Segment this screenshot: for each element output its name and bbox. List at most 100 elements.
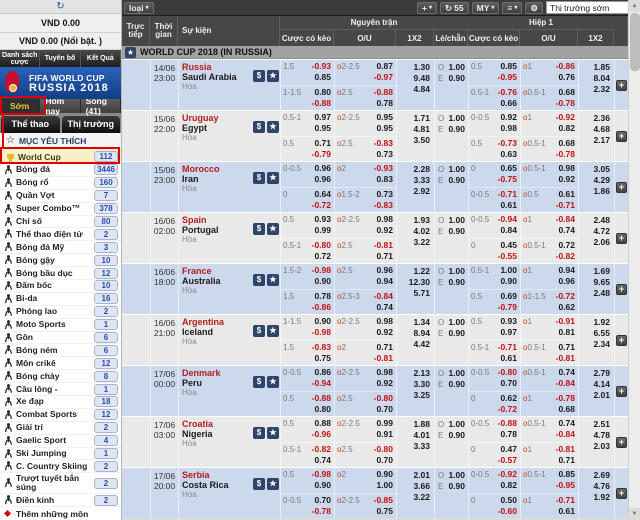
odds-value[interactable]: 2.01 (413, 470, 430, 481)
odds-value[interactable]: 2.79 (593, 368, 610, 379)
odds-value[interactable]: -0.72 (556, 291, 575, 302)
favorite-star-icon[interactable]: ★ (267, 70, 279, 82)
odds-value[interactable]: -0.71 (556, 200, 575, 211)
odds-value[interactable]: 0.62 (500, 393, 517, 404)
tab-today[interactable]: Hôm nay (40, 99, 80, 113)
odds-value[interactable]: 2.34 (593, 339, 610, 350)
odds-value[interactable]: -0.76 (498, 87, 517, 98)
odds-value[interactable]: -0.71 (556, 495, 575, 506)
home-team[interactable]: Spain (182, 215, 253, 225)
stats-badge-icon[interactable]: $ (253, 172, 265, 184)
odds-value[interactable]: 4.01 (413, 430, 430, 441)
odds-value[interactable]: 0.66 (500, 98, 517, 109)
odds-value[interactable]: 0.45 (500, 240, 517, 251)
odds-value[interactable]: 0.64 (314, 189, 331, 200)
odds-value[interactable]: -0.81 (374, 240, 393, 251)
odds-value[interactable]: 0.68 (558, 138, 575, 149)
odds-value[interactable]: 3.30 (413, 379, 430, 390)
sidebar-sport-item[interactable]: Super Combo™ 378 (0, 203, 121, 216)
sidebar-sport-item[interactable]: Bóng rổ 160 (0, 177, 121, 190)
odds-value[interactable]: 0.98 (500, 123, 517, 134)
away-team[interactable]: Australia (182, 276, 253, 286)
odds-value[interactable]: 0.80 (314, 87, 331, 98)
odds-value[interactable]: 4.81 (413, 124, 430, 135)
odds-value[interactable]: 2.51 (593, 419, 610, 430)
odds-value[interactable]: 2.17 (593, 135, 610, 146)
home-team[interactable]: Uruguay (182, 113, 253, 123)
odds-value[interactable]: -0.95 (556, 480, 575, 491)
odds-value[interactable]: 0.94 (558, 265, 575, 276)
odds-value[interactable]: 0.71 (314, 138, 331, 149)
odds-value[interactable]: 0.70 (314, 495, 331, 506)
sidebar-sport-item[interactable]: Combat Sports 12 (0, 409, 121, 422)
odds-value[interactable]: 0.65 (500, 163, 517, 174)
sidebar-sport-item[interactable]: Bóng bầu dục 12 (0, 267, 121, 280)
sidebar-sport-item[interactable]: Trượt tuyết bắn súng 2 (0, 473, 121, 494)
odds-value[interactable]: 0.69 (500, 291, 517, 302)
odds-value[interactable]: 0.90 (376, 469, 393, 480)
odds-value[interactable]: 2.69 (593, 470, 610, 481)
sidebar-sport-item[interactable]: Bóng gậy 10 (0, 254, 121, 267)
odds-value[interactable]: -0.80 (374, 393, 393, 404)
odds-value[interactable]: 1.00 (448, 266, 465, 277)
home-team[interactable]: Russia (182, 62, 253, 72)
odds-value[interactable]: 6.55 (593, 328, 610, 339)
odds-value[interactable]: 12.30 (409, 277, 430, 288)
favorite-star-icon[interactable]: ★ (267, 274, 279, 286)
odds-value[interactable]: 0.84 (500, 225, 517, 236)
odds-value[interactable]: 0.74 (314, 455, 331, 466)
odds-value[interactable]: -0.78 (312, 506, 331, 517)
odds-value[interactable]: 3.50 (413, 135, 430, 146)
odds-value[interactable]: 0.91 (376, 429, 393, 440)
odds-value[interactable]: -0.82 (556, 251, 575, 262)
odds-value[interactable]: -0.88 (374, 87, 393, 98)
odds-value[interactable]: 2.36 (593, 113, 610, 124)
stats-badge-icon[interactable]: $ (253, 427, 265, 439)
odds-value[interactable]: 0.93 (314, 214, 331, 225)
stats-badge-icon[interactable]: $ (253, 223, 265, 235)
odds-value[interactable]: 0.62 (558, 302, 575, 313)
odds-format-button[interactable]: MY▾ (472, 2, 500, 14)
odds-value[interactable]: -0.78 (556, 393, 575, 404)
odds-value[interactable]: -0.84 (374, 291, 393, 302)
expand-more-button[interactable]: + (616, 80, 627, 91)
odds-value[interactable]: -0.73 (498, 138, 517, 149)
odds-value[interactable]: 0.95 (376, 112, 393, 123)
odds-value[interactable]: 0.90 (448, 328, 465, 339)
odds-value[interactable]: 0.78 (314, 291, 331, 302)
sidebar-sport-item[interactable]: Điền kinh 2 (0, 494, 121, 507)
odds-value[interactable]: -0.88 (498, 418, 517, 429)
home-team[interactable]: Morocco (182, 164, 253, 174)
odds-value[interactable]: -0.79 (498, 302, 517, 313)
view-layout-button[interactable]: ≡▾ (502, 2, 522, 14)
odds-value[interactable]: 2.28 (413, 164, 430, 175)
sidebar-sport-item[interactable]: Cầu lông - 1 (0, 383, 121, 396)
odds-value[interactable]: 0.94 (376, 276, 393, 287)
odds-value[interactable]: 0.90 (448, 175, 465, 186)
odds-value[interactable]: 1.00 (448, 113, 465, 124)
scroll-up-icon[interactable]: ▲ (629, 0, 640, 12)
away-team[interactable]: Egypt (182, 123, 253, 133)
odds-value[interactable]: 0.86 (314, 367, 331, 378)
tab-sports[interactable]: Thể thao (1, 116, 60, 133)
sidebar-item-more-sports[interactable]: Thêm những môn (0, 507, 121, 520)
settings-button[interactable]: ⚙ (525, 2, 543, 14)
favorite-star-icon[interactable]: ★ (267, 121, 279, 133)
expand-more-button[interactable]: + (616, 488, 627, 499)
odds-value[interactable]: 1.30 (413, 62, 430, 73)
away-team[interactable]: Iceland (182, 327, 253, 337)
balance-refresh-icon[interactable]: ↻ (0, 0, 121, 14)
odds-value[interactable]: 0.68 (558, 404, 575, 415)
odds-value[interactable]: 0.98 (558, 163, 575, 174)
odds-value[interactable]: 4.72 (593, 226, 610, 237)
odds-value[interactable]: -0.71 (498, 189, 517, 200)
odds-value[interactable]: -0.83 (374, 200, 393, 211)
odds-value[interactable]: 0.68 (558, 87, 575, 98)
odds-value[interactable]: 0.50 (500, 495, 517, 506)
odds-value[interactable]: -0.83 (374, 138, 393, 149)
odds-value[interactable]: 1.69 (593, 266, 610, 277)
odds-value[interactable]: -0.91 (556, 316, 575, 327)
odds-value[interactable]: 0.61 (500, 353, 517, 364)
odds-value[interactable]: 1.92 (593, 492, 610, 503)
odds-value[interactable]: 1.00 (448, 317, 465, 328)
